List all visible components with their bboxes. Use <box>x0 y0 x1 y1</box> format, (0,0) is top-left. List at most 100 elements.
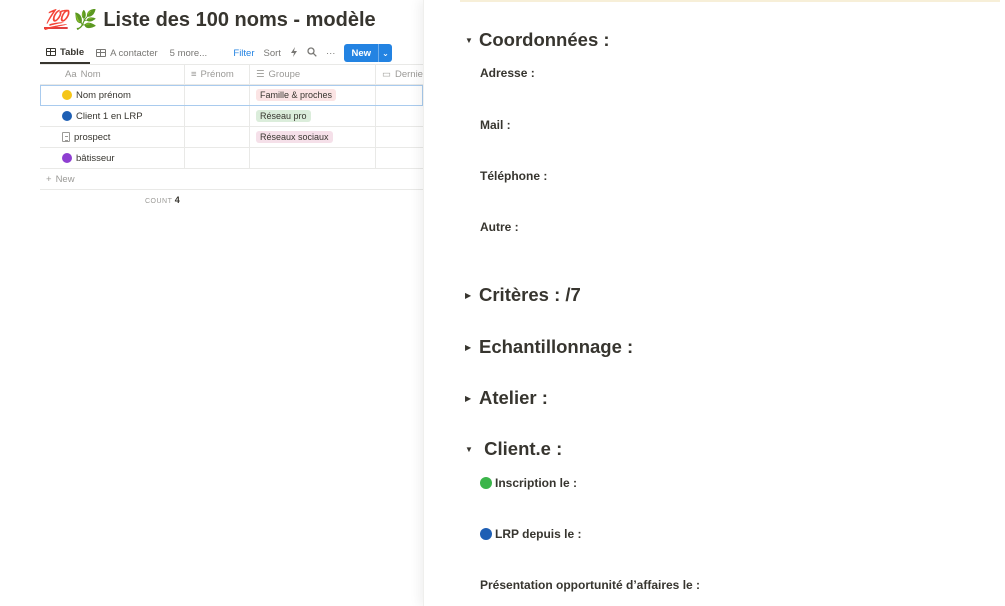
field-label: LRP depuis le : <box>495 527 582 541</box>
count-label: COUNT <box>145 198 173 205</box>
side-peek-page: ▼ Coordonnées : Adresse : Mail : Télépho… <box>423 0 1005 606</box>
automation-bolt-icon[interactable] <box>290 46 298 60</box>
sort-button[interactable]: Sort <box>264 48 281 59</box>
column-header-groupe[interactable]: ☰ Groupe <box>250 65 376 84</box>
tab-a-contacter-label: A contacter <box>110 47 158 59</box>
view-toolbar: Table A contacter 5 more... Filter Sort … <box>40 42 423 64</box>
cell-nom[interactable]: bâtisseur <box>40 148 185 168</box>
toggle-heading: Coordonnées : <box>479 29 610 50</box>
cell-prenom[interactable] <box>185 148 250 168</box>
circle-emoji-icon <box>62 90 72 100</box>
filter-button[interactable]: Filter <box>233 48 254 59</box>
column-header-label: Prénom <box>200 69 234 80</box>
column-header-label: Nom <box>80 69 101 80</box>
hundred-points-icon: 💯 <box>44 10 68 31</box>
cell-groupe[interactable]: Famille & proches <box>250 85 376 105</box>
calendar-type-icon: ▭ <box>382 69 391 80</box>
table-body: Nom prénom Famille & proches Client 1 en L… <box>40 85 423 169</box>
toggle-atelier: ▶ Atelier : <box>465 387 548 409</box>
cell-prenom[interactable] <box>185 106 250 126</box>
text-type-icon: Aa <box>65 69 77 80</box>
plus-icon: + <box>46 173 52 185</box>
toggle-coordonnees: ▼ Coordonnées : <box>465 29 610 51</box>
toggle-heading: Atelier : <box>479 387 548 408</box>
field-telephone: Téléphone : <box>480 169 548 183</box>
toggle-expanded-icon[interactable]: ▼ <box>465 36 479 45</box>
table-row[interactable]: prospect Réseaux sociaux <box>40 127 423 148</box>
toggle-expanded-icon[interactable]: ▼ <box>465 445 479 454</box>
page-top-divider <box>460 0 1000 2</box>
green-circle-icon <box>480 477 492 489</box>
lines-type-icon: ≡ <box>191 69 197 80</box>
herb-icon: 🌿 <box>73 10 98 31</box>
table-header: Aa Nom ≡ Prénom ☰ Groupe ▭ Dernie <box>40 65 423 85</box>
cell-dernier[interactable] <box>376 148 423 168</box>
column-header-nom[interactable]: Aa Nom <box>40 65 185 84</box>
more-options-icon[interactable]: ··· <box>326 48 336 59</box>
column-header-label: Dernie <box>394 69 423 80</box>
cell-nom-text: Nom prénom <box>76 89 131 101</box>
table-row[interactable]: Client 1 en LRP Réseau pro <box>40 106 423 127</box>
blue-circle-icon <box>480 528 492 540</box>
add-row-label: New <box>55 173 75 185</box>
more-views-button[interactable]: 5 more... <box>164 42 214 64</box>
cell-groupe[interactable]: Réseau pro <box>250 106 376 126</box>
cell-nom-text: bâtisseur <box>76 152 115 164</box>
column-header-label: Groupe <box>268 69 301 80</box>
column-header-prenom[interactable]: ≡ Prénom <box>185 65 250 84</box>
toggle-echantillonnage: ▶ Echantillonnage : <box>465 336 633 358</box>
table-icon <box>96 49 107 57</box>
more-views-label: 5 more... <box>169 47 208 59</box>
tab-table[interactable]: Table <box>40 42 91 64</box>
database-panel: 💯 🌿 Liste des 100 noms - modèle Table A … <box>0 0 423 606</box>
toggle-heading: Echantillonnage : <box>479 336 634 357</box>
list-type-icon: ☰ <box>256 69 265 80</box>
field-mail: Mail : <box>480 118 511 132</box>
new-button-main[interactable]: New <box>344 44 378 62</box>
column-header-dernier[interactable]: ▭ Dernie <box>376 65 423 84</box>
count-value: 4 <box>174 195 180 205</box>
field-label: Inscription le : <box>495 476 578 490</box>
field-inscription: Inscription le : <box>480 476 577 490</box>
database-table: Aa Nom ≡ Prénom ☰ Groupe ▭ Dernie Nom pr… <box>40 65 423 190</box>
cell-dernier[interactable] <box>376 106 423 126</box>
cell-groupe[interactable]: Réseaux sociaux <box>250 127 376 147</box>
search-icon[interactable] <box>307 46 317 60</box>
page-title: 💯 🌿 Liste des 100 noms - modèle <box>44 8 376 32</box>
group-tag: Famille & proches <box>256 89 337 101</box>
tab-table-label: Table <box>60 46 85 58</box>
cell-nom-text: prospect <box>74 131 111 143</box>
field-presentation-opportunite: Présentation opportunité d’affaires le : <box>480 578 701 592</box>
cell-dernier[interactable] <box>376 127 423 147</box>
cell-prenom[interactable] <box>185 85 250 105</box>
page-title-text: Liste des 100 noms - modèle <box>103 8 376 31</box>
toggle-heading: Critères : /7 <box>479 284 581 305</box>
field-lrp-depuis: LRP depuis le : <box>480 527 581 541</box>
row-count[interactable]: COUNT 4 <box>145 195 180 205</box>
cell-nom-text: Client 1 en LRP <box>76 110 143 122</box>
toggle-criteres: ▶ Critères : /7 <box>465 284 581 306</box>
new-button: New ⌄ <box>344 44 392 62</box>
chevron-down-icon[interactable]: ⌄ <box>378 44 392 62</box>
cell-nom[interactable]: Nom prénom <box>40 85 185 105</box>
cell-groupe[interactable] <box>250 148 376 168</box>
group-tag: Réseau pro <box>256 110 311 122</box>
table-row[interactable]: Nom prénom Famille & proches <box>40 85 423 106</box>
table-icon <box>46 48 56 56</box>
toggle-collapsed-icon[interactable]: ▶ <box>465 394 479 403</box>
toggle-collapsed-icon[interactable]: ▶ <box>465 343 479 352</box>
cell-prenom[interactable] <box>185 127 250 147</box>
page-icon <box>62 132 70 142</box>
toggle-heading: Client.e : <box>479 438 563 459</box>
circle-emoji-icon <box>62 153 72 163</box>
group-tag: Réseaux sociaux <box>256 131 333 143</box>
circle-emoji-icon <box>62 111 72 121</box>
cell-nom[interactable]: prospect <box>40 127 185 147</box>
tab-a-contacter[interactable]: A contacter <box>90 42 164 64</box>
cell-dernier[interactable] <box>376 85 423 105</box>
toggle-collapsed-icon[interactable]: ▶ <box>465 291 479 300</box>
toggle-client: ▼ Client.e : <box>465 438 562 460</box>
cell-nom[interactable]: Client 1 en LRP <box>40 106 185 126</box>
add-row-button[interactable]: + New <box>40 169 423 190</box>
table-row[interactable]: bâtisseur <box>40 148 423 169</box>
